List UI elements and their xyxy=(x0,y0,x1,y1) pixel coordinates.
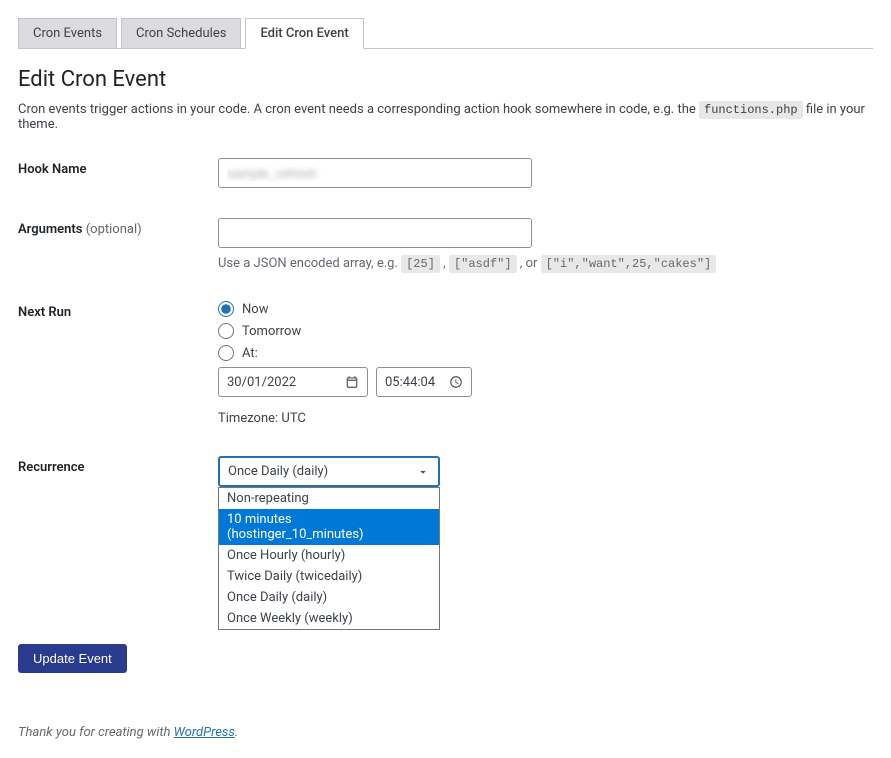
next-run-at-radio[interactable] xyxy=(218,345,234,361)
next-run-time-input[interactable]: 05:44:04 xyxy=(376,367,472,397)
tab-bar: Cron Events Cron Schedules Edit Cron Eve… xyxy=(18,18,873,49)
arguments-optional-text: (optional) xyxy=(86,222,142,237)
arguments-label-text: Arguments xyxy=(18,222,86,237)
next-run-date-input[interactable]: 30/01/2022 xyxy=(218,367,368,397)
footer-post: . xyxy=(235,725,238,740)
recurrence-option[interactable]: Once Weekly (weekly) xyxy=(219,608,439,629)
recurrence-option[interactable]: Twice Daily (twicedaily) xyxy=(219,566,439,587)
hint-text: Use a JSON encoded array, e.g. xyxy=(218,256,401,271)
timezone-text: Timezone: UTC xyxy=(218,411,873,426)
next-run-tomorrow-option[interactable]: Tomorrow xyxy=(218,323,873,339)
recurrence-option[interactable]: Once Daily (daily) xyxy=(219,587,439,608)
recurrence-dropdown: Non-repeating10 minutes (hostinger_10_mi… xyxy=(218,487,440,630)
next-run-now-text: Now xyxy=(242,302,268,317)
page-description: Cron events trigger actions in your code… xyxy=(18,102,873,132)
next-run-time-value: 05:44:04 xyxy=(385,375,435,390)
tab-edit-cron-event[interactable]: Edit Cron Event xyxy=(245,18,363,49)
next-run-at-option[interactable]: At: xyxy=(218,345,873,361)
next-run-tomorrow-text: Tomorrow xyxy=(242,324,301,339)
next-run-now-radio[interactable] xyxy=(218,301,234,317)
hint-sep-2: , or xyxy=(520,256,541,271)
arguments-input[interactable] xyxy=(218,218,532,248)
recurrence-option[interactable]: Once Hourly (hourly) xyxy=(219,545,439,566)
page-title: Edit Cron Event xyxy=(18,67,873,92)
recurrence-select[interactable]: Once Daily (daily) xyxy=(218,456,440,487)
chevron-down-icon xyxy=(416,465,430,479)
next-run-at-text: At: xyxy=(242,346,258,361)
recurrence-option[interactable]: Non-repeating xyxy=(219,488,439,509)
hook-name-label: Hook Name xyxy=(18,158,218,177)
next-run-date-value: 30/01/2022 xyxy=(227,375,296,390)
update-event-button[interactable]: Update Event xyxy=(18,644,127,673)
footer-pre: Thank you for creating with xyxy=(18,725,174,740)
hint-code-3: ["i","want",25,"cakes"] xyxy=(541,255,717,273)
tab-cron-events[interactable]: Cron Events xyxy=(18,18,117,49)
clock-icon xyxy=(449,375,463,389)
next-run-tomorrow-radio[interactable] xyxy=(218,323,234,339)
recurrence-option[interactable]: 10 minutes (hostinger_10_minutes) xyxy=(219,509,439,545)
arguments-hint: Use a JSON encoded array, e.g. [25] , ["… xyxy=(218,256,873,271)
hint-code-1: [25] xyxy=(401,255,440,273)
arguments-label: Arguments (optional) xyxy=(18,218,218,237)
calendar-icon xyxy=(345,375,359,389)
recurrence-label: Recurrence xyxy=(18,456,218,475)
tab-cron-schedules[interactable]: Cron Schedules xyxy=(121,18,241,49)
recurrence-selected-value: Once Daily (daily) xyxy=(228,464,328,479)
next-run-label: Next Run xyxy=(18,301,218,320)
next-run-now-option[interactable]: Now xyxy=(218,301,873,317)
wordpress-link[interactable]: WordPress xyxy=(174,725,235,740)
footer-credit: Thank you for creating with WordPress. xyxy=(18,725,873,740)
hint-code-2: ["asdf"] xyxy=(449,255,517,273)
desc-code: functions.php xyxy=(699,101,803,119)
hook-name-input[interactable] xyxy=(218,158,532,188)
desc-text: Cron events trigger actions in your code… xyxy=(18,102,699,117)
